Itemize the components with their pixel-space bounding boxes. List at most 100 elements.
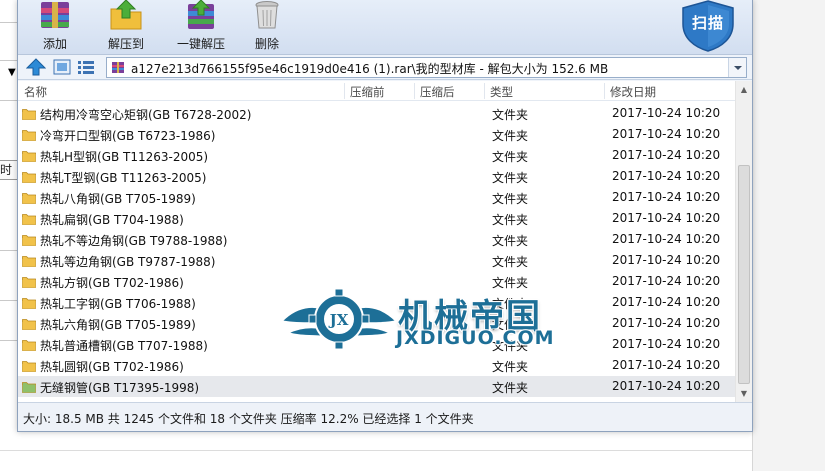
file-type: 文件夹	[492, 234, 529, 248]
folder-icon	[22, 235, 36, 246]
add-button[interactable]: 添加	[20, 0, 90, 54]
vertical-scrollbar[interactable]: ▲ ▼	[735, 81, 752, 402]
file-date: 2017-10-24 10:20	[612, 232, 721, 246]
file-type: 文件夹	[492, 129, 529, 143]
add-archive-icon	[41, 2, 69, 28]
file-date: 2017-10-24 10:20	[612, 148, 721, 162]
column-separator[interactable]	[344, 83, 345, 99]
file-name: 热轧圆钢(GB T702-1986)	[40, 360, 184, 374]
file-name: 冷弯开口型钢(GB T6723-1986)	[40, 129, 216, 143]
address-bar: a127e213d766155f95e46c1919d0e416 (1).rar…	[18, 55, 752, 80]
file-name: 结构用冷弯空心矩钢(GB T6728-2002)	[40, 108, 252, 122]
file-row[interactable]: 热轧扁钢(GB T704-1988) 文件夹 2017-10-24 10:20	[18, 208, 735, 229]
bg-divider	[0, 450, 825, 451]
one-click-extract-button[interactable]: 一键解压	[166, 0, 236, 54]
file-name: 热轧T型钢(GB T11263-2005)	[40, 171, 207, 185]
delete-button[interactable]: 删除	[232, 0, 302, 54]
file-type: 文件夹	[492, 192, 529, 206]
extract-to-icon	[110, 0, 142, 30]
column-header: 名称 压缩前 压缩后 类型 修改日期	[18, 81, 735, 101]
file-row[interactable]: 热轧T型钢(GB T11263-2005) 文件夹 2017-10-24 10:20	[18, 166, 735, 187]
file-row[interactable]: 无缝钢管(GB T17395-1998) 文件夹 2017-10-24 10:20	[18, 376, 735, 397]
bg-divider	[0, 60, 17, 61]
one-click-extract-button-label: 一键解压	[176, 37, 225, 51]
folder-icon	[22, 256, 36, 267]
file-row[interactable]: 热轧H型钢(GB T11263-2005) 文件夹 2017-10-24 10:20	[18, 145, 735, 166]
column-separator[interactable]	[484, 83, 485, 99]
folder-icon	[22, 361, 36, 372]
file-row[interactable]: 热轧等边角钢(GB T9787-1988) 文件夹 2017-10-24 10:20	[18, 250, 735, 271]
file-type: 文件夹	[492, 171, 529, 185]
file-row[interactable]: 热轧八角钢(GB T705-1989) 文件夹 2017-10-24 10:20	[18, 187, 735, 208]
up-arrow-icon[interactable]	[26, 58, 46, 76]
file-date: 2017-10-24 10:20	[612, 211, 721, 225]
archive-window: 添加 解压到 一键解压 删除 扫描 a127e213d766155f95e46c…	[17, 0, 753, 432]
bg-divider	[0, 22, 17, 23]
archive-icon	[112, 62, 124, 73]
bg-field-stub: 时间	[0, 160, 18, 180]
folder-icon	[22, 382, 36, 393]
gear-wings-logo-icon: JX	[280, 288, 398, 350]
file-date: 2017-10-24 10:20	[612, 253, 721, 267]
file-row[interactable]: 热轧圆钢(GB T702-1986) 文件夹 2017-10-24 10:20	[18, 355, 735, 376]
toolbar: 添加 解压到 一键解压 删除 扫描	[18, 0, 752, 55]
one-click-extract-icon	[188, 0, 214, 29]
thumbnail-view-icon[interactable]	[52, 58, 72, 76]
scan-button-label: 扫描	[691, 14, 724, 32]
bg-divider	[0, 300, 17, 301]
folder-icon	[22, 130, 36, 141]
folder-icon	[22, 151, 36, 162]
watermark: JX 机械帝国 JXDIGUO.COM	[280, 281, 580, 357]
column-compressed[interactable]: 压缩前	[350, 84, 385, 100]
column-name[interactable]: 名称	[24, 84, 47, 100]
column-separator[interactable]	[604, 83, 605, 99]
file-date: 2017-10-24 10:20	[612, 379, 721, 393]
column-separator[interactable]	[414, 83, 415, 99]
scroll-thumb[interactable]	[738, 165, 750, 384]
file-row[interactable]: 结构用冷弯空心矩钢(GB T6728-2002) 文件夹 2017-10-24 10…	[18, 103, 735, 124]
column-after-compressed[interactable]: 压缩后	[420, 84, 455, 100]
file-row[interactable]: 冷弯开口型钢(GB T6723-1986) 文件夹 2017-10-24 10:20	[18, 124, 735, 145]
file-name: 热轧八角钢(GB T705-1989)	[40, 192, 196, 206]
folder-icon	[22, 172, 36, 183]
column-type[interactable]: 类型	[490, 84, 513, 100]
folder-icon	[22, 319, 36, 330]
folder-icon	[22, 109, 36, 120]
file-name: 无缝钢管(GB T17395-1998)	[40, 381, 200, 395]
file-name: 热轧六角钢(GB T705-1989)	[40, 318, 196, 332]
file-date: 2017-10-24 10:20	[612, 358, 721, 372]
scroll-down-arrow-icon[interactable]: ▼	[736, 385, 752, 402]
folder-icon	[22, 193, 36, 204]
file-type: 文件夹	[492, 213, 529, 227]
delete-icon	[255, 1, 279, 29]
file-name: 热轧方钢(GB T702-1986)	[40, 276, 184, 290]
file-date: 2017-10-24 10:20	[612, 169, 721, 183]
chevron-down-icon	[734, 66, 742, 70]
extract-to-button-label: 解压到	[107, 37, 144, 51]
path-combobox[interactable]: a127e213d766155f95e46c1919d0e416 (1).rar…	[106, 57, 747, 78]
watermark-url: JXDIGUO.COM	[396, 327, 555, 349]
extract-to-button[interactable]: 解压到	[91, 0, 161, 54]
column-modified[interactable]: 修改日期	[610, 84, 656, 100]
file-list: 名称 压缩前 压缩后 类型 修改日期 结构用冷弯空心矩钢(GB T6728-20…	[18, 81, 752, 402]
folder-icon	[22, 340, 36, 351]
file-name: 热轧不等边角钢(GB T9788-1988)	[40, 234, 228, 248]
delete-button-label: 删除	[254, 37, 279, 51]
file-type: 文件夹	[492, 255, 529, 269]
file-date: 2017-10-24 10:20	[612, 190, 721, 204]
list-view-icon[interactable]	[76, 58, 96, 76]
file-row[interactable]: 热轧不等边角钢(GB T9788-1988) 文件夹 2017-10-24 10:2…	[18, 229, 735, 250]
file-name: 热轧普通槽钢(GB T707-1988)	[40, 339, 208, 353]
bg-divider	[0, 340, 17, 341]
scroll-up-arrow-icon[interactable]: ▲	[736, 81, 752, 98]
folder-icon	[22, 214, 36, 225]
watermark-emblem-text: JX	[328, 311, 349, 329]
bg-divider	[0, 250, 17, 251]
bg-side-panel	[752, 0, 825, 471]
scan-button[interactable]: 扫描	[680, 0, 736, 52]
file-type: 文件夹	[492, 360, 529, 374]
path-dropdown-button[interactable]	[728, 58, 746, 77]
file-date: 2017-10-24 10:20	[612, 274, 721, 288]
file-date: 2017-10-24 10:20	[612, 337, 721, 351]
folder-icon	[22, 277, 36, 288]
